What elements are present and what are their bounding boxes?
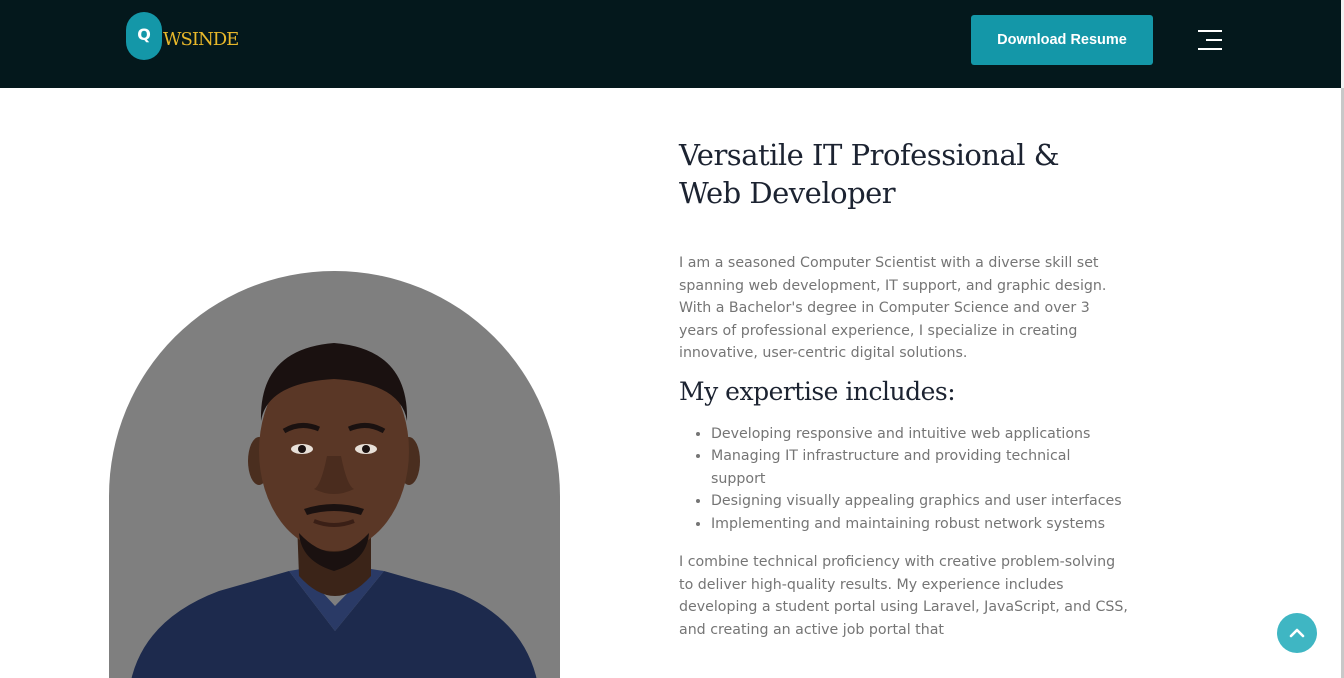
chevron-up-icon: [1289, 628, 1305, 638]
about-section: Versatile IT Professional & Web Develope…: [679, 136, 1129, 641]
scroll-to-top-button[interactable]: [1277, 613, 1317, 653]
profile-photo: [109, 271, 560, 678]
closing-paragraph: I combine technical proficiency with cre…: [679, 554, 1128, 638]
list-item: Managing IT infrastructure and providing…: [711, 445, 1129, 490]
download-resume-button[interactable]: Download Resume: [971, 15, 1153, 65]
intro-paragraph: I am a seasoned Computer Scientist with …: [679, 255, 1107, 361]
list-item: Implementing and maintaining robust netw…: [711, 513, 1129, 536]
logo-badge: Q: [126, 12, 162, 60]
list-item: Designing visually appealing graphics an…: [711, 490, 1129, 513]
list-item: Developing responsive and intuitive web …: [711, 423, 1129, 446]
navbar: Q WSINDE Download Resume: [0, 0, 1341, 88]
page-title: Versatile IT Professional & Web Develope…: [679, 138, 1060, 210]
hamburger-menu-icon[interactable]: [1196, 28, 1222, 52]
expertise-list: Developing responsive and intuitive web …: [679, 423, 1129, 536]
site-logo[interactable]: Q WSINDE: [126, 12, 239, 60]
logo-text: WSINDE: [163, 28, 239, 50]
expertise-heading: My expertise includes:: [679, 376, 956, 406]
person-illustration: [131, 343, 537, 678]
